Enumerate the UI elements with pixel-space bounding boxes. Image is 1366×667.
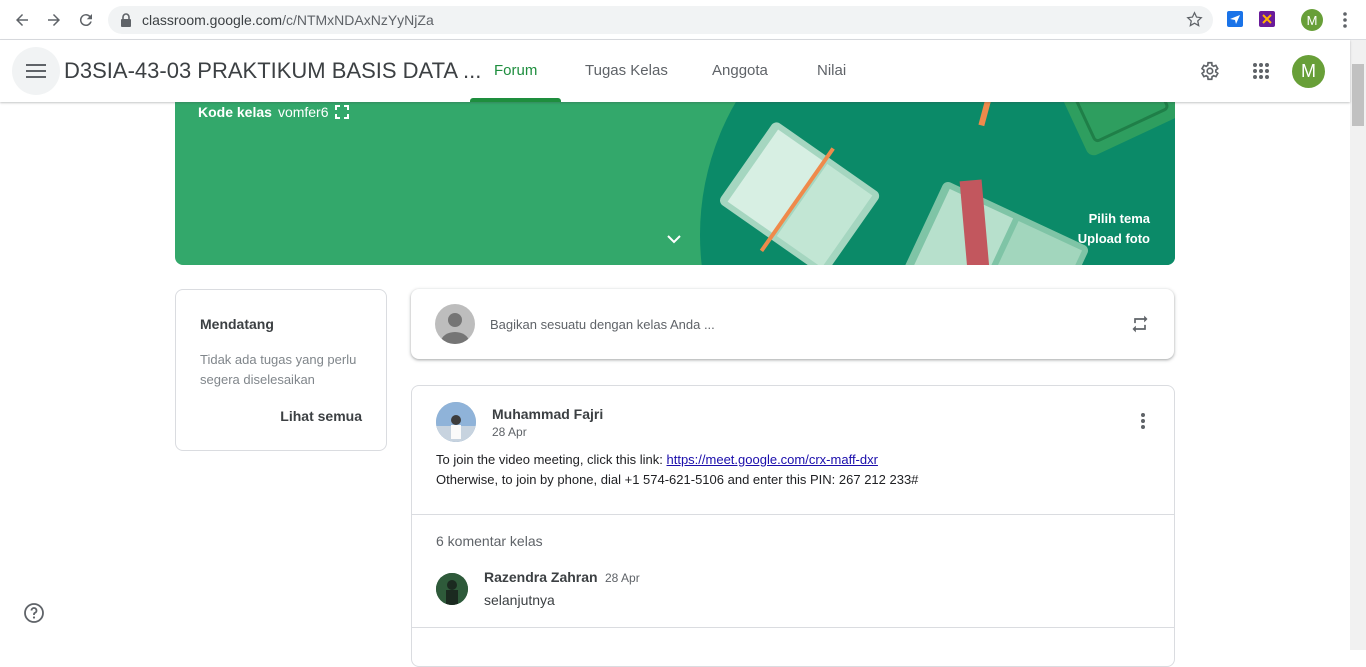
chevron-down-icon[interactable]	[665, 232, 683, 250]
lock-icon	[120, 13, 132, 32]
settings-gear-icon[interactable]	[1197, 59, 1221, 83]
class-code-value: vomfer6	[277, 104, 329, 120]
comment-date: 28 Apr	[605, 571, 640, 585]
upcoming-card: Mendatang Tidak ada tugas yang perlu seg…	[175, 289, 387, 451]
account-avatar[interactable]: M	[1292, 55, 1325, 88]
tab-anggota[interactable]: Anggota	[712, 62, 768, 79]
help-icon[interactable]	[24, 603, 44, 623]
class-code-label: Kode kelas	[198, 104, 272, 120]
divider	[412, 627, 1174, 628]
extension-icon-1[interactable]	[1227, 11, 1243, 27]
stream-post: Muhammad Fajri 28 Apr To join the video …	[411, 385, 1175, 667]
url-host: classroom.google.com	[142, 12, 283, 28]
browser-toolbar: classroom.google.com/c/NTMxNDAxNzYyNjZa …	[0, 0, 1366, 40]
share-box[interactable]: Bagikan sesuatu dengan kelas Anda ...	[411, 289, 1174, 359]
more-options-icon[interactable]	[1140, 412, 1146, 435]
url-path: /c/NTMxNDAxNzYyNjZa	[282, 12, 434, 28]
address-bar[interactable]: classroom.google.com/c/NTMxNDAxNzYyNjZa	[108, 6, 1213, 34]
upload-photo-link[interactable]: Upload foto	[1078, 231, 1150, 246]
bookmark-star-icon[interactable]	[1186, 11, 1203, 33]
post-body-text: To join the video meeting, click this li…	[436, 452, 667, 467]
repost-icon[interactable]	[1130, 314, 1150, 339]
view-all-link[interactable]: Lihat semua	[280, 408, 362, 424]
post-author: Muhammad Fajri	[492, 406, 604, 422]
scrollbar-thumb[interactable]	[1352, 64, 1364, 126]
divider	[412, 514, 1174, 515]
tab-nilai[interactable]: Nilai	[817, 62, 846, 79]
classroom-header: D3SIA-43-03 PRAKTIKUM BASIS DATA ... For…	[0, 40, 1350, 102]
browser-menu-icon[interactable]	[1337, 10, 1353, 35]
class-code: Kode kelas vomfer6	[198, 104, 329, 120]
course-title[interactable]: D3SIA-43-03 PRAKTIKUM BASIS DATA ...	[64, 58, 481, 84]
meet-link[interactable]: https://meet.google.com/crx-maff-dxr	[667, 452, 878, 467]
extension-icon-2[interactable]	[1259, 11, 1275, 27]
upcoming-title: Mendatang	[200, 316, 274, 332]
browser-profile-avatar[interactable]: M	[1301, 9, 1323, 31]
apps-grid-icon[interactable]	[1249, 59, 1273, 83]
back-icon[interactable]	[10, 8, 34, 32]
url-text: classroom.google.com/c/NTMxNDAxNzYyNjZa	[142, 12, 434, 28]
share-placeholder[interactable]: Bagikan sesuatu dengan kelas Anda ...	[490, 317, 715, 332]
commenter-avatar	[436, 573, 468, 605]
reload-icon[interactable]	[74, 8, 98, 32]
author-avatar	[436, 402, 476, 442]
upcoming-description: Tidak ada tugas yang perlu segera disele…	[200, 352, 357, 387]
page-scrollbar[interactable]	[1350, 40, 1366, 650]
post-body-line1: To join the video meeting, click this li…	[436, 452, 878, 467]
main-menu-icon[interactable]	[12, 47, 60, 95]
tab-forum[interactable]: Forum	[494, 62, 537, 79]
forward-icon[interactable]	[42, 8, 66, 32]
post-date: 28 Apr	[492, 425, 527, 439]
active-tab-indicator	[470, 98, 561, 102]
fullscreen-icon[interactable]	[335, 105, 349, 124]
comments-count[interactable]: 6 komentar kelas	[436, 533, 543, 549]
tab-tugas-kelas[interactable]: Tugas Kelas	[585, 62, 668, 79]
comment-text: selanjutnya	[484, 592, 555, 608]
select-theme-link[interactable]: Pilih tema	[1089, 211, 1150, 226]
user-avatar	[435, 304, 475, 344]
comment-author: Razendra Zahran	[484, 569, 598, 585]
post-body-line2: Otherwise, to join by phone, dial +1 574…	[436, 472, 919, 487]
